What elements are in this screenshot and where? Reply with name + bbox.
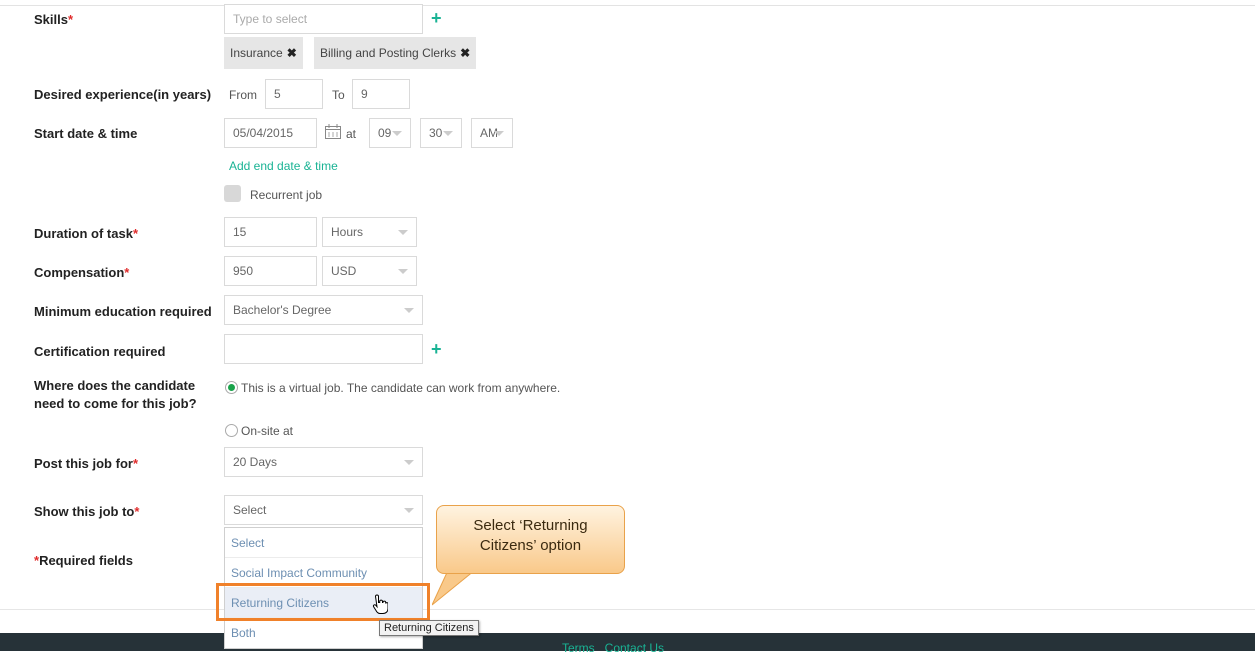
compensation-input[interactable]: 950 (224, 256, 317, 286)
tooltip: Returning Citizens (379, 620, 479, 636)
ampm-select[interactable]: AM (471, 118, 513, 148)
location-label: Where does the candidate need to come for… (34, 378, 197, 411)
skill-tag: Billing and Posting Clerks ✖ (314, 37, 477, 69)
duration-unit-select[interactable]: Hours (322, 217, 417, 247)
post-for-select[interactable]: 20 Days (224, 447, 423, 477)
experience-from-input[interactable]: 5 (265, 79, 323, 109)
hour-select[interactable]: 09 (369, 118, 411, 148)
start-date-input[interactable]: 05/04/2015 (224, 118, 317, 148)
skill-tag: Insurance ✖ (224, 37, 303, 69)
currency-select[interactable]: USD (322, 256, 417, 286)
footer-divider (0, 609, 1255, 610)
required-fields-note: *Required fields (34, 553, 133, 568)
show-to-select[interactable]: Select (224, 495, 423, 525)
skills-label: Skills* (34, 12, 74, 27)
highlight-box (216, 583, 430, 621)
calendar-icon[interactable] (325, 124, 341, 139)
duration-label: Duration of task* (34, 226, 139, 241)
add-certification-plus-icon[interactable]: + (431, 340, 442, 358)
certification-label: Certification required (34, 344, 166, 359)
recurrent-checkbox[interactable] (224, 185, 241, 202)
education-select[interactable]: Bachelor's Degree (224, 295, 423, 325)
start-date-label: Start date & time (34, 126, 138, 141)
post-for-label: Post this job for* (34, 456, 139, 471)
compensation-label: Compensation* (34, 265, 130, 280)
remove-tag-icon[interactable]: ✖ (287, 46, 297, 60)
add-end-date-link[interactable]: Add end date & time (229, 159, 338, 173)
minute-select[interactable]: 30 (420, 118, 462, 148)
duration-input[interactable]: 15 (224, 217, 317, 247)
to-label: To (332, 88, 345, 102)
recurrent-label: Recurrent job (250, 188, 323, 202)
footer-link-contact[interactable]: Contact Us (605, 641, 664, 655)
footer: Terms Contact Us (0, 633, 1255, 655)
from-label: From (229, 88, 257, 102)
footer-link-terms[interactable]: Terms (562, 641, 595, 655)
add-skill-plus-icon[interactable]: + (431, 9, 442, 27)
dropdown-option-select[interactable]: Select (225, 528, 422, 558)
education-label: Minimum education required (34, 304, 212, 319)
virtual-job-radio[interactable] (225, 381, 238, 394)
top-border (0, 0, 1255, 6)
at-label: at (346, 127, 357, 141)
onsite-radio[interactable] (225, 424, 238, 437)
hand-cursor-icon (372, 594, 388, 614)
experience-label: Desired experience(in years) (34, 87, 212, 102)
remove-tag-icon[interactable]: ✖ (460, 46, 470, 60)
skills-input[interactable]: Type to select (224, 4, 423, 34)
onsite-label: On-site at (241, 424, 294, 438)
certification-input[interactable] (224, 334, 423, 364)
show-to-label: Show this job to* (34, 504, 140, 519)
instruction-callout: Select ‘Returning Citizens’ option (436, 505, 625, 574)
experience-to-input[interactable]: 9 (352, 79, 410, 109)
virtual-job-label: This is a virtual job. The candidate can… (241, 381, 561, 395)
